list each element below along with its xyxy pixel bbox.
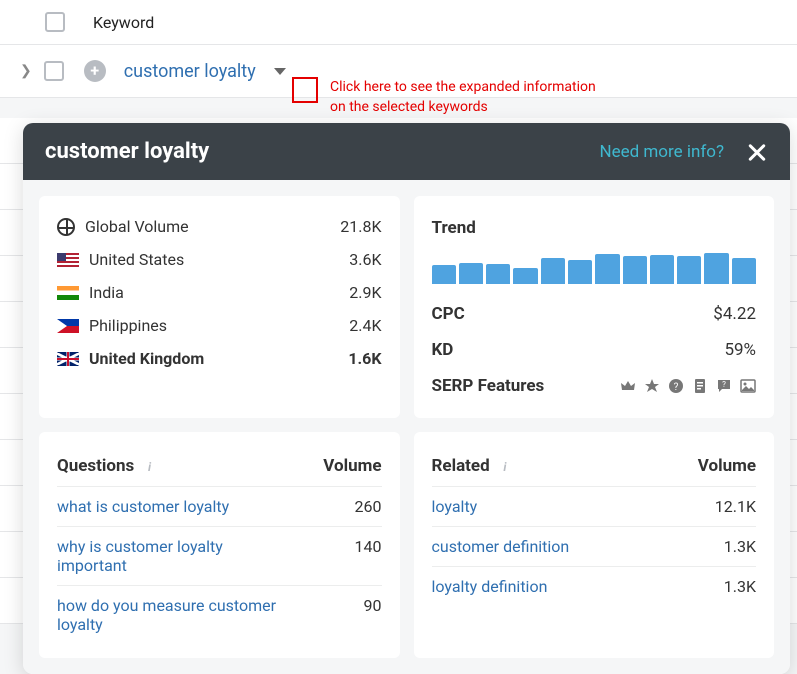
question-circle-icon: ?: [668, 378, 684, 394]
related-card: Related i Volume loyalty 12.1K customer de…: [414, 432, 775, 658]
flag-us-icon: [57, 253, 79, 267]
country-volume: 2.4K: [349, 316, 381, 335]
trend-bar: [650, 255, 674, 284]
country-volume: 2.9K: [349, 283, 381, 302]
kd-value: 59%: [724, 340, 756, 360]
question-value: 260: [355, 497, 382, 516]
serp-features-label: SERP Features: [432, 376, 545, 396]
need-more-info-link[interactable]: Need more info?: [599, 142, 724, 162]
info-icon[interactable]: i: [498, 460, 512, 474]
globe-icon: [57, 218, 75, 236]
cpc-value: $4.22: [713, 304, 756, 324]
svg-text:?: ?: [722, 380, 726, 389]
flag-uk-icon: [57, 352, 79, 366]
popover-header: customer loyalty Need more info?: [23, 123, 790, 180]
question-value: 90: [364, 596, 382, 615]
volume-card: Global Volume 21.8K United States 3.6K Ind…: [39, 196, 400, 418]
question-row: how do you measure customer loyalty 90: [57, 586, 382, 644]
keyword-dropdown-caret-icon[interactable]: [268, 59, 292, 83]
related-value: 12.1K: [715, 497, 756, 516]
info-icon[interactable]: i: [143, 460, 157, 474]
questions-title: Questions: [57, 456, 134, 476]
question-link[interactable]: what is customer loyalty: [57, 497, 229, 516]
related-row: customer definition 1.3K: [432, 527, 757, 567]
trend-bar: [432, 265, 456, 284]
country-name: Philippines: [89, 316, 167, 335]
trend-bar: [623, 256, 647, 284]
star-icon: [644, 378, 660, 394]
keyword-link[interactable]: customer loyalty: [124, 61, 256, 82]
trend-bar: [513, 268, 537, 284]
trend-label: Trend: [432, 218, 476, 238]
cpc-label: CPC: [432, 304, 465, 324]
metrics-card: Trend CPC $4.22 KD 59% SERP Features ? ?: [414, 196, 775, 418]
country-name: United States: [89, 250, 184, 269]
country-volume: 3.6K: [349, 250, 381, 269]
global-volume-value: 21.8K: [340, 217, 381, 236]
country-volume-row: Philippines 2.4K: [57, 309, 382, 342]
crown-icon: [620, 378, 636, 394]
flag-ph-icon: [57, 319, 79, 333]
expand-chevron-icon[interactable]: ❯: [20, 63, 32, 79]
global-volume-label: Global Volume: [85, 217, 189, 236]
country-volume-row: United Kingdom 1.6K: [57, 342, 382, 375]
related-row: loyalty 12.1K: [432, 487, 757, 527]
related-row: loyalty definition 1.3K: [432, 567, 757, 606]
related-link[interactable]: loyalty: [432, 497, 478, 516]
trend-bar: [595, 254, 619, 284]
question-row: why is customer loyalty important 140: [57, 527, 382, 586]
document-icon: [692, 378, 708, 394]
add-keyword-icon[interactable]: +: [84, 60, 106, 82]
trend-bar: [732, 258, 756, 284]
related-link[interactable]: loyalty definition: [432, 577, 548, 596]
kd-label: KD: [432, 340, 454, 360]
svg-text:?: ?: [674, 382, 679, 393]
close-icon[interactable]: [746, 141, 768, 163]
column-keyword-label: Keyword: [93, 13, 154, 32]
questions-card: Questions i Volume what is customer loya…: [39, 432, 400, 658]
serp-feature-icons: ? ?: [620, 378, 756, 394]
country-name: India: [89, 283, 124, 302]
keyword-detail-popover: customer loyalty Need more info? Global …: [23, 123, 790, 674]
question-link[interactable]: how do you measure customer loyalty: [57, 596, 277, 634]
trend-bar: [704, 253, 728, 284]
flag-in-icon: [57, 286, 79, 300]
country-volume: 1.6K: [348, 349, 381, 368]
related-title: Related: [432, 456, 490, 476]
trend-bar: [486, 264, 510, 284]
country-name: United Kingdom: [89, 349, 204, 368]
related-value: 1.3K: [724, 577, 756, 596]
row-checkbox[interactable]: [44, 61, 64, 81]
related-volume-col: Volume: [698, 456, 756, 476]
trend-bar: [677, 256, 701, 284]
related-link[interactable]: customer definition: [432, 537, 570, 556]
annotation-text: Click here to see the expanded informati…: [330, 78, 610, 117]
popover-body: Global Volume 21.8K United States 3.6K Ind…: [23, 180, 790, 674]
trend-bar: [459, 263, 483, 284]
question-value: 140: [355, 537, 382, 556]
question-link[interactable]: why is customer loyalty important: [57, 537, 277, 575]
trend-bar: [568, 260, 592, 284]
select-all-checkbox[interactable]: [45, 12, 65, 32]
country-volume-row: United States 3.6K: [57, 243, 382, 276]
trend-sparkline: [432, 252, 757, 284]
questions-volume-col: Volume: [323, 456, 381, 476]
trend-bar: [541, 258, 565, 284]
question-row: what is customer loyalty 260: [57, 487, 382, 527]
image-icon: [740, 378, 756, 394]
country-volume-row: India 2.9K: [57, 276, 382, 309]
table-header: Keyword: [0, 0, 797, 45]
speech-question-icon: ?: [716, 378, 732, 394]
related-value: 1.3K: [724, 537, 756, 556]
popover-title: customer loyalty: [45, 139, 209, 164]
